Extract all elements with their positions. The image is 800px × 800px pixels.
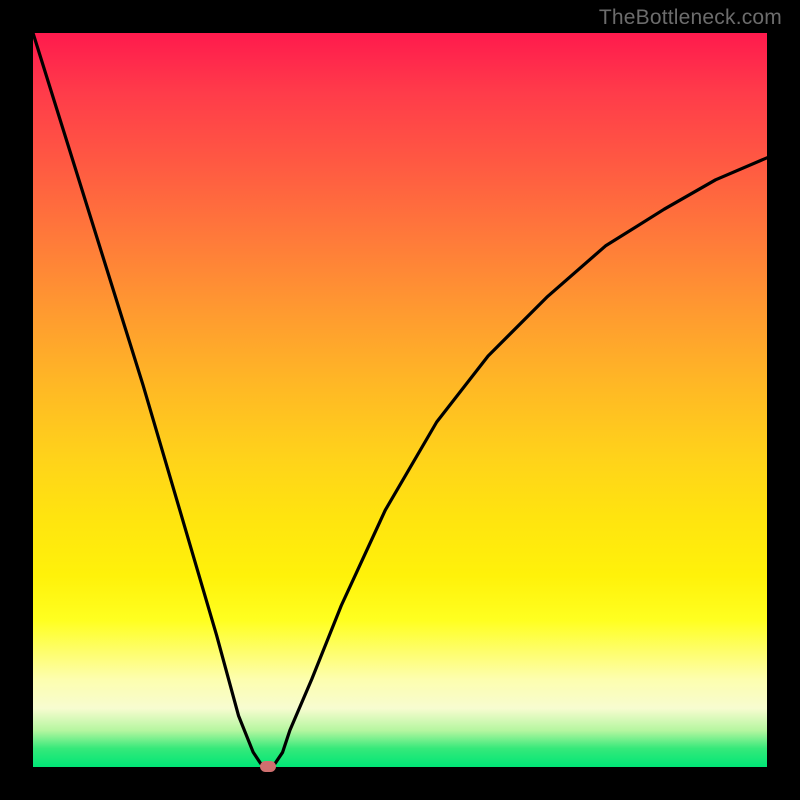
optimal-marker xyxy=(260,761,276,772)
watermark-text: TheBottleneck.com xyxy=(599,6,782,30)
chart-frame: TheBottleneck.com xyxy=(0,0,800,800)
bottleneck-curve xyxy=(33,33,767,767)
plot-area xyxy=(33,33,767,767)
